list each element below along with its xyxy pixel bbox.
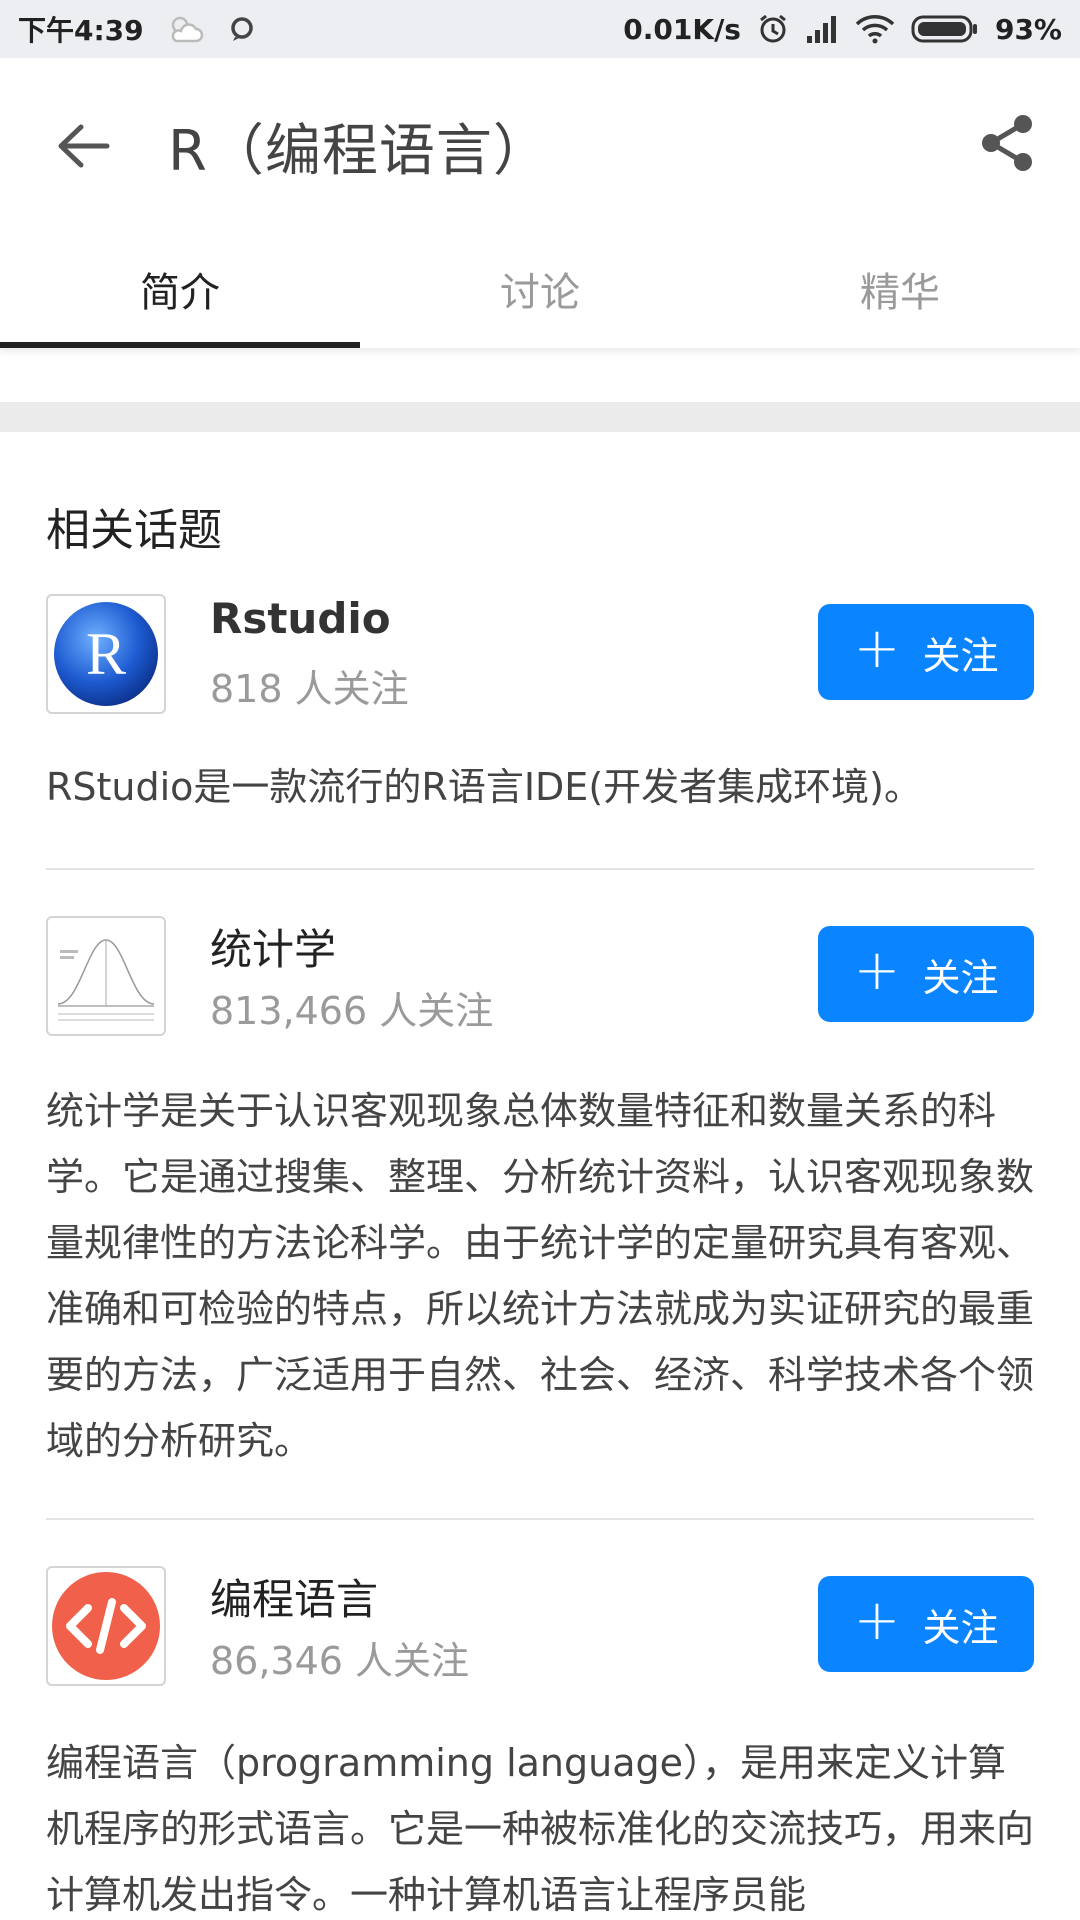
section-separator [0, 402, 1080, 432]
status-time: 下午4:39 [18, 14, 144, 47]
net-speed: 0.01K/s [623, 12, 741, 46]
battery-icon [911, 14, 979, 44]
battery-percent: 93% [994, 12, 1062, 46]
divider [46, 868, 1034, 870]
follow-button-label: 关注 [922, 633, 999, 678]
topic-description: RStudio是一款流行的R语言IDE(开发者集成环境)。 [46, 765, 922, 809]
topic-description: 编程语言（programming language），是用来定义计算机程序的形式… [46, 1741, 1034, 1917]
tab-discussion[interactable]: 讨论 [360, 230, 720, 348]
tab-bar: 简介 讨论 精华 [0, 230, 1080, 348]
tab-featured[interactable]: 精华 [720, 230, 1080, 348]
back-button[interactable] [50, 113, 116, 179]
toolbar: R（编程语言） [0, 58, 1080, 230]
plus-icon: + [853, 938, 901, 1003]
follow-button[interactable]: + 关注 [818, 604, 1034, 700]
topic-thumbnail [46, 916, 166, 1036]
divider [46, 1518, 1034, 1520]
tab-intro[interactable]: 简介 [0, 230, 360, 348]
status-bar: 下午4:39 0.01K/s 93% [0, 0, 1080, 58]
follow-button-label: 关注 [922, 1605, 999, 1650]
r-logo-icon: R [54, 602, 158, 706]
topic-name: Rstudio [210, 594, 391, 643]
alarm-icon [757, 13, 789, 45]
topic-thumbnail [46, 1566, 166, 1686]
follow-button-label: 关注 [922, 955, 999, 1000]
follow-button[interactable]: + 关注 [818, 1576, 1034, 1672]
topic-followers: 818 人关注 [210, 667, 409, 711]
plus-icon: + [853, 616, 901, 681]
topic-followers: 86,346 人关注 [210, 1639, 470, 1683]
weather-icon [166, 13, 206, 45]
page-title: R（编程语言） [168, 119, 550, 184]
topic-followers: 813,466 人关注 [210, 989, 494, 1033]
svg-text:R: R [86, 621, 126, 687]
code-icon [52, 1572, 160, 1680]
signal-icon [805, 14, 839, 44]
wifi-icon [855, 14, 895, 44]
plus-icon: + [853, 1588, 901, 1653]
follow-button[interactable]: + 关注 [818, 926, 1034, 1022]
chat-bubble-icon [228, 15, 256, 43]
topic-name: 统计学 [210, 925, 337, 974]
share-button[interactable] [972, 108, 1042, 178]
topic-thumbnail: R [46, 594, 166, 714]
section-title: 相关话题 [46, 505, 222, 556]
arrow-left-icon [58, 124, 110, 168]
share-icon [982, 115, 1032, 171]
topic-description: 统计学是关于认识客观现象总体数量特征和数量关系的科学。它是通过搜集、整理、分析统… [46, 1089, 1035, 1463]
topic-name: 编程语言 [210, 1575, 379, 1624]
bell-curve-chart-icon [57, 939, 155, 1021]
